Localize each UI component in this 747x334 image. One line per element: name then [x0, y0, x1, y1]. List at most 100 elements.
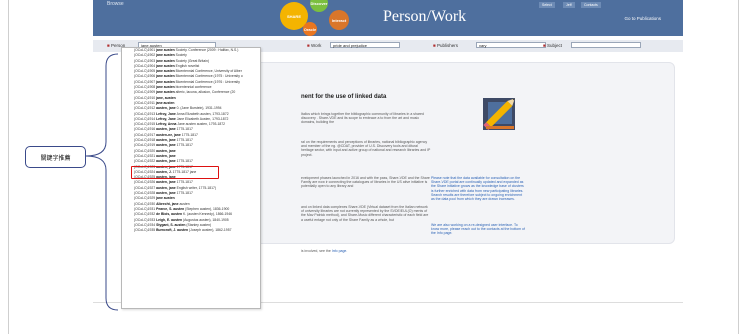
annotation-bracket: [85, 53, 119, 311]
autocomplete-item-detail: Bicentennial Conference (1975 : Universi…: [175, 74, 243, 79]
autocomplete-item-detail: K. (austen Kennedy), 1866-1946: [183, 212, 233, 217]
autocomplete-item-id: (OCoLC)1907: [134, 79, 156, 84]
autocomplete-item-detail: English writer, 1775-1817): [176, 185, 217, 190]
autocomplete-item-id: (OCoLC)1931: [134, 206, 156, 211]
autocomplete-item-name: austen, jane: [156, 106, 176, 111]
autocomplete-item-detail: Society (Great Britain): [175, 58, 210, 63]
autocomplete-item-name: austen, jane: [156, 180, 176, 185]
publishers-label-wrap: ■ Publishers: [433, 43, 458, 48]
autocomplete-item-name: jane austen: [156, 196, 175, 201]
autocomplete-item-id: (OCoLC)1916: [134, 127, 156, 132]
discover-circle[interactable]: Discover: [310, 0, 328, 12]
autocomplete-item-id: (OCoLC)1910: [134, 95, 156, 100]
interact-circle[interactable]: Interact: [329, 10, 349, 30]
autocomplete-item-id: (OCoLC)1909: [134, 90, 156, 95]
autocomplete-item-id: (OCoLC)1928: [134, 191, 156, 196]
autocomplete-item-id: (OCoLC)1914: [134, 116, 156, 121]
side-note-2: We are also working on a re-designed use…: [431, 223, 525, 236]
autocomplete-item-name: jane austen: [156, 48, 175, 52]
autocomplete-item-id: (OCoLC)1934: [134, 222, 156, 227]
autocomplete-item-name: austen, jane: [156, 185, 176, 190]
intro-paragraph-3: evelopment phases launched in 2016 and w…: [301, 176, 430, 189]
publishers-icon: ■: [433, 43, 436, 48]
autocomplete-item-detail: austen: [179, 201, 190, 206]
autocomplete-item-name: jane austen: [156, 85, 175, 90]
autocomplete-item-detail: Society: [175, 53, 187, 58]
autocomplete-item-name: jane austen: [156, 90, 175, 95]
autocomplete-item[interactable]: (OCoLC)1935 Burncroft, J. austen (Joseph…: [122, 228, 260, 233]
autocomplete-item-detail: 1775-1817: [176, 180, 193, 185]
autocomplete-item-id: (OCoLC)1912: [134, 106, 156, 111]
top-button-contacts[interactable]: Contacts: [581, 2, 601, 8]
autocomplete-item-id: (OCoLC)1926: [134, 180, 156, 185]
autocomplete-item-detail: (Stephen austen), 1836-1900: [185, 206, 230, 211]
work-label-wrap: ■ Work: [307, 43, 321, 48]
subject-icon: ■: [543, 43, 546, 48]
intro-paragraph-4: and on linked data complexes Share-VDE (…: [301, 205, 429, 222]
intro-paragraph-1: Italics which brings together the biblio…: [301, 112, 424, 125]
go-to-publications-link[interactable]: Go to Publications: [624, 16, 661, 21]
autocomplete-item-detail: alteric, lacuna, allusion, Conference (2…: [175, 90, 236, 95]
autocomplete-item-detail: (Joseph austen), 1862-1957: [189, 228, 232, 233]
intro-footer-text: is involved, see the: [301, 249, 331, 253]
intro-paragraph-2: ral on the requirements and perceptions …: [301, 140, 431, 157]
top-button-select[interactable]: Select: [539, 2, 555, 8]
autocomplete-item-name: jane austen: [156, 58, 175, 63]
autocomplete-item-id: (OCoLC)1930: [134, 201, 156, 206]
autocomplete-item-detail: 1775-1817: [176, 191, 193, 196]
person-icon: ■: [107, 43, 110, 48]
autocomplete-item-name: Lefroy, Jane: [156, 111, 176, 116]
autocomplete-item-detail: Society. Conference (2009 : Halifax, N.S…: [175, 48, 239, 52]
autocomplete-item-id: (OCoLC)1905: [134, 69, 156, 74]
autocomplete-item-name: Albrecht, jane: [156, 201, 179, 206]
top-button-user[interactable]: Jeff: [563, 2, 575, 8]
work-label: Work: [310, 43, 322, 48]
oracle-circle[interactable]: Oracle: [303, 22, 317, 36]
autocomplete-item-detail: 1775-1817: [176, 143, 193, 148]
autocomplete-item-name: Stygant, S. austen: [156, 222, 186, 227]
subject-label-wrap: ■ Subject: [543, 43, 562, 48]
autocomplete-item-id: (OCoLC)1904: [134, 63, 156, 68]
autocomplete-item-id: (OCoLC)1920: [134, 148, 156, 153]
autocomplete-item-name: jane austen: [156, 69, 175, 74]
autocomplete-item-name: Leigh, E. austen: [156, 217, 183, 222]
autocomplete-item-name: austen, jane: [156, 153, 176, 158]
autocomplete-item-name: Pearce, S. austen: [156, 206, 185, 211]
intro-heading: nent for the use of linked data: [301, 94, 387, 100]
autocomplete-item-id: (OCoLC)1915: [134, 122, 156, 127]
autocomplete-item-detail: English novelist: [175, 63, 200, 68]
autocomplete-item-id: (OCoLC)1932: [134, 212, 156, 217]
autocomplete-item-detail: 1775-1817: [176, 138, 193, 143]
autocomplete-item-name: jane, austen: [156, 95, 176, 100]
autocomplete-item-detail: Bicentennial Conference, University of A…: [175, 69, 242, 74]
autocomplete-item-id: (OCoLC)1918: [134, 138, 156, 143]
autocomplete-item-name: austen, jane: [156, 143, 176, 148]
subject-search-input[interactable]: [571, 42, 641, 48]
app-header: Browse SHARE Discover Oracle Interact Pe…: [93, 0, 683, 36]
work-icon: ■: [307, 43, 310, 48]
autocomplete-item-id: (OCoLC)1902: [134, 53, 156, 58]
autocomplete-item-id: (OCoLC)1933: [134, 217, 156, 222]
autocomplete-item-name: jane austen: [155, 100, 175, 105]
autocomplete-item-name: austen-ne, jane: [156, 132, 181, 137]
autocomplete-item-name: austen, jane: [156, 159, 176, 164]
autocomplete-item-id: (OCoLC)1922: [134, 159, 156, 164]
publishers-search-input[interactable]: vary: [476, 42, 546, 48]
info-page-link[interactable]: Info page.: [332, 249, 348, 253]
autocomplete-item-id: (OCoLC)1901: [134, 48, 156, 52]
work-search-input[interactable]: pride and prejudice: [330, 42, 400, 48]
autocomplete-item-name: Burncroft, J. austen: [156, 228, 189, 233]
autocomplete-item-id: (OCoLC)1929: [134, 196, 156, 201]
autocomplete-item-detail: 1775-1817: [176, 127, 193, 132]
autocomplete-item-id: (OCoLC)1935: [134, 228, 156, 233]
autocomplete-item-detail: bicentennial conference: [175, 85, 212, 90]
autocomplete-item-detail: 0. (Jane Burstein), 1931-1994: [176, 106, 222, 111]
autocomplete-item-id: (OCoLC)1903: [134, 58, 156, 63]
page-title: Person/Work: [383, 8, 467, 25]
autocomplete-item-name: austen, jane: [156, 138, 176, 143]
subject-label: Subject: [546, 43, 562, 48]
app-name[interactable]: Browse: [107, 1, 124, 7]
keyword-recommendation-callout: 關鍵字推薦: [25, 146, 86, 168]
intro-footer: is involved, see the Info page.: [301, 249, 431, 253]
autocomplete-item-id: (OCoLC)1913: [134, 111, 156, 116]
